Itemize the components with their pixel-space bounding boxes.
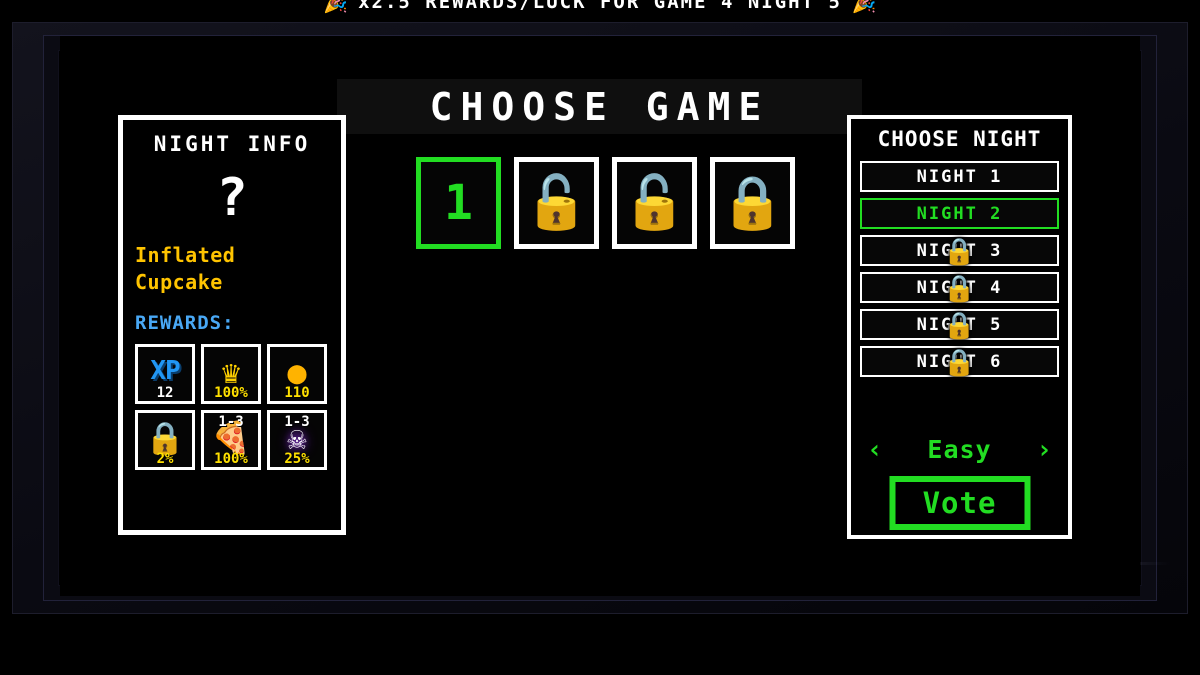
night-option-5[interactable]: NIGHT 5 🔒 [860,309,1059,340]
reward-amount-label: 110 [284,385,310,401]
reward-amount-label: 12 [156,385,174,401]
reward-amount-label: 25% [284,451,310,467]
night-option-label: NIGHT 1 [916,166,1003,187]
lock-icon: 🔒 [943,273,976,304]
game-screen: 🎉 x2.5 REWARDS/LUCK FOR GAME 4 NIGHT 5 🎉… [0,0,1200,675]
choose-night-title: CHOOSE NIGHT [877,127,1042,151]
game-selector: 1 🔓 🔓 🔒 [416,157,795,249]
lock-icon: 🔓 [622,173,687,233]
reward-pizza-icon: 1-3 🍕 100% [201,410,261,470]
game-option-2[interactable]: 🔓 [514,157,599,249]
night-option-label: NIGHT 2 [916,203,1003,224]
lock-icon: 🔒 [720,173,785,233]
reward-amount-label: 100% [214,385,248,401]
lock-icon: 🔒 [943,236,976,267]
reward-xp-icon: XP 12 [135,344,195,404]
night-option-3[interactable]: NIGHT 3 🔒 [860,235,1059,266]
page-title: CHOOSE GAME [429,85,770,129]
reward-crown-icon: ♛ 100% [201,344,261,404]
difficulty-selector: ‹ Easy › [861,435,1058,464]
night-subject: Inflated Cupcake [123,242,341,296]
vote-button[interactable]: Vote [889,476,1030,530]
promo-banner-text: x2.5 REWARDS/LUCK FOR GAME 4 NIGHT 5 [358,0,842,13]
promo-banner: 🎉 x2.5 REWARDS/LUCK FOR GAME 4 NIGHT 5 🎉 [0,0,1200,15]
night-info-title: NIGHT INFO [153,132,311,156]
rewards-grid: XP 12 ♛ 100% ● 110 🔒 2% 1-3 🍕 100% 1-3 ☠ 25% [123,344,341,470]
night-option-2[interactable]: NIGHT 2 [860,198,1059,229]
game-number-label: 1 [444,175,473,231]
night-info-panel: NIGHT INFO ? Inflated Cupcake REWARDS: X… [118,115,346,535]
reward-lock-icon: 🔒 2% [135,410,195,470]
difficulty-value: Easy [927,435,992,464]
reward-skull-icon: 1-3 ☠ 25% [267,410,327,470]
lock-icon: 🔒 [943,310,976,341]
night-option-6[interactable]: NIGHT 6 🔒 [860,346,1059,377]
game-option-1[interactable]: 1 [416,157,501,249]
party-popper-left-icon: 🎉 [323,0,349,14]
night-option-1[interactable]: NIGHT 1 [860,161,1059,192]
party-popper-right-icon: 🎉 [851,0,877,14]
reward-top-label: 1-3 [284,414,310,430]
reward-coin-icon: ● 110 [267,344,327,404]
night-list: NIGHT 1 NIGHT 2 NIGHT 3 🔒 NIGHT 4 🔒 NIGHT 5 🔒 NI… [860,161,1059,377]
reward-top-label: 1-3 [218,414,244,430]
rewards-label: REWARDS: [135,312,235,334]
choose-night-panel: CHOOSE NIGHT NIGHT 1 NIGHT 2 NIGHT 3 🔒 NIGHT… [847,115,1072,539]
screen-content: CHOOSE GAME NIGHT INFO ? Inflated Cupcak… [60,36,1140,596]
unknown-marker-icon: ? [216,168,248,228]
reward-amount-label: 100% [214,451,248,467]
night-option-4[interactable]: NIGHT 4 🔒 [860,272,1059,303]
difficulty-prev-icon[interactable]: ‹ [867,437,883,463]
vote-button-label: Vote [922,486,997,520]
game-option-4[interactable]: 🔒 [710,157,795,249]
night-subject-line1: Inflated [135,243,236,267]
difficulty-next-icon[interactable]: › [1036,437,1052,463]
lock-icon: 🔓 [524,173,589,233]
lock-icon: 🔒 [943,347,976,378]
reward-amount-label: 2% [156,451,174,467]
night-subject-line2: Cupcake [135,270,223,294]
game-option-3[interactable]: 🔓 [612,157,697,249]
